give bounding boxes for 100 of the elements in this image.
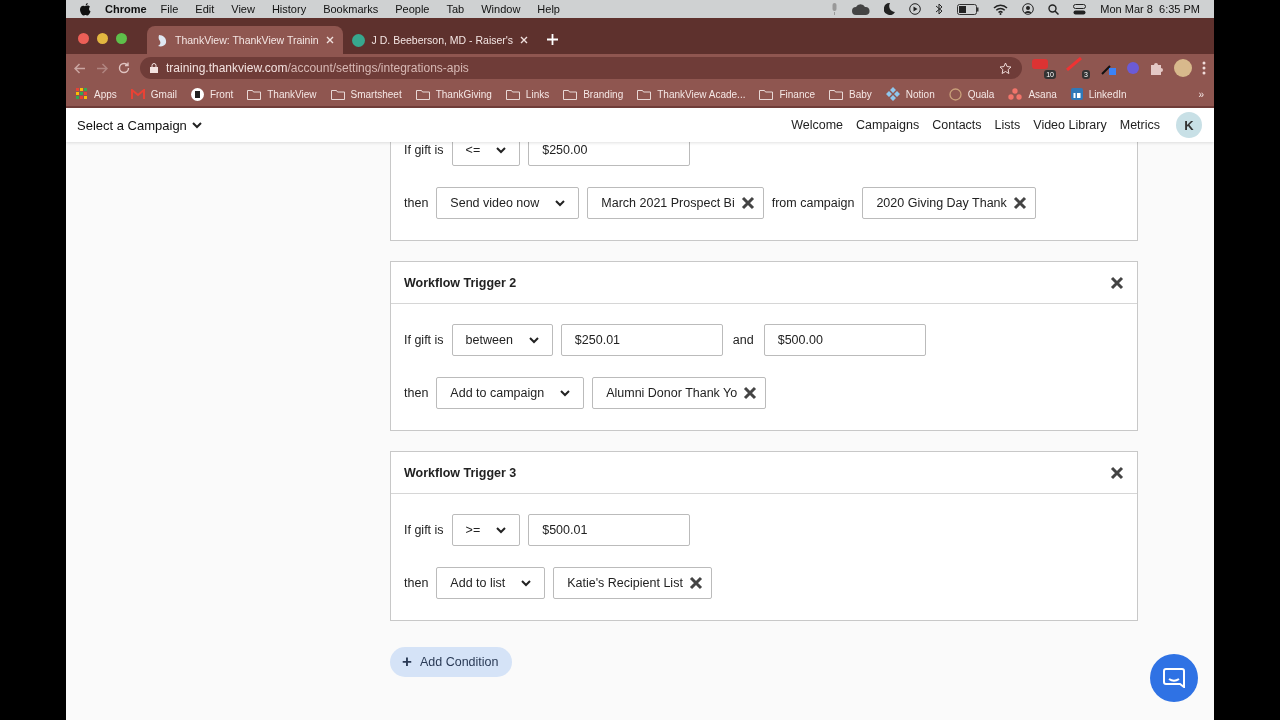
close-tab-icon[interactable]	[520, 36, 529, 44]
menu-item[interactable]: Bookmarks	[323, 3, 379, 15]
target-field[interactable]: Katie's Recipient List	[553, 567, 712, 599]
amount-field[interactable]: $500.00	[763, 324, 926, 356]
campaign-select[interactable]: Select a Campaign	[77, 117, 202, 133]
bookmark[interactable]: Gmail	[130, 88, 177, 100]
action-dropdown[interactable]: Add to list	[436, 567, 546, 599]
action-label: then	[404, 576, 429, 590]
joiner-label: and	[732, 333, 754, 347]
browser-tab[interactable]: J D. Beeberson, MD - Raiser's	[342, 26, 538, 54]
profile-avatar[interactable]	[1174, 59, 1192, 77]
operator-dropdown[interactable]: >=	[451, 514, 521, 546]
bookmark[interactable]: Baby	[829, 88, 872, 100]
caret-icon	[496, 146, 507, 154]
user-avatar[interactable]: K	[1176, 112, 1202, 138]
bookmark[interactable]: Branding	[563, 88, 624, 100]
menu-item[interactable]: Help	[537, 3, 560, 15]
folder-icon	[330, 88, 345, 100]
remove-icon[interactable]	[743, 386, 758, 400]
wifi-icon[interactable]	[993, 3, 1009, 15]
nav-link[interactable]: Lists	[994, 118, 1021, 132]
bookmark[interactable]: ThankGiving	[415, 88, 492, 100]
close-window-button[interactable]	[78, 32, 89, 44]
bookmark[interactable]: ThankView	[247, 88, 317, 100]
puzzle-icon[interactable]	[1150, 61, 1164, 75]
back-icon[interactable]	[74, 62, 86, 74]
new-tab-icon[interactable]	[547, 33, 559, 45]
menu-item[interactable]: Window	[481, 3, 521, 15]
reload-icon[interactable]	[118, 62, 130, 74]
bluetooth-icon[interactable]	[935, 3, 944, 15]
menu-item[interactable]: People	[395, 3, 430, 15]
menu-item[interactable]: Tab	[446, 3, 465, 15]
amount-field[interactable]: $250.00	[528, 142, 691, 166]
bookmark[interactable]: Quala	[948, 87, 995, 101]
chat-button[interactable]	[1150, 654, 1198, 702]
square-icon	[1070, 88, 1083, 100]
zoom-button[interactable]	[116, 32, 127, 44]
more-bookmarks[interactable]: »	[1198, 88, 1204, 100]
lock-icon	[150, 63, 158, 73]
caret-icon	[191, 121, 202, 129]
action-label: then	[404, 196, 429, 210]
star-icon[interactable]	[999, 61, 1012, 75]
operator-dropdown[interactable]: <=	[451, 142, 521, 166]
favicon-icon	[156, 33, 168, 47]
moon-icon[interactable]	[884, 3, 896, 15]
menu-item[interactable]: File	[160, 3, 179, 15]
caret-icon	[496, 526, 507, 534]
remove-icon[interactable]	[1012, 196, 1027, 210]
search-icon[interactable]	[1048, 3, 1060, 15]
bookmark[interactable]: ThankView Acade...	[637, 88, 746, 100]
remove-icon[interactable]	[688, 576, 703, 590]
user-icon[interactable]	[1022, 3, 1035, 15]
action-dropdown[interactable]: Add to campaign	[436, 377, 585, 409]
address-bar[interactable]: training.thankview.com/account/settings/integrations-apis	[140, 57, 1022, 79]
nav-link[interactable]: Contacts	[932, 118, 982, 132]
dots-icon	[1008, 88, 1023, 100]
add-condition-button[interactable]: + Add Condition	[390, 647, 513, 677]
menu-item[interactable]: History	[271, 3, 307, 15]
menubar-clock: Mon Mar 8 6:35 PM	[1100, 3, 1200, 15]
caret-icon	[528, 336, 539, 344]
menu-item[interactable]: Chrome	[105, 3, 147, 15]
close-button[interactable]	[1110, 465, 1124, 480]
bookmark[interactable]: Links	[505, 88, 550, 100]
target-field[interactable]: Alumni Donor Thank Yo	[592, 377, 767, 409]
close-tab-icon[interactable]	[325, 36, 334, 44]
cloud-icon[interactable]	[852, 3, 871, 15]
action-dropdown[interactable]: Send video now	[436, 187, 580, 219]
amount-field[interactable]: $250.01	[560, 324, 723, 356]
toggles-icon[interactable]	[1073, 3, 1087, 15]
bookmark[interactable]: Finance	[759, 88, 815, 100]
nav-link[interactable]: Campaigns	[856, 118, 920, 132]
source-field[interactable]: 2020 Giving Day Thank	[862, 187, 1036, 219]
nav-link[interactable]: Metrics	[1119, 118, 1160, 132]
operator-dropdown[interactable]: between	[451, 324, 553, 356]
minimize-button[interactable]	[97, 32, 108, 44]
bookmark[interactable]: LinkedIn	[1070, 88, 1127, 100]
bookmark[interactable]: Apps	[76, 88, 117, 100]
bookmark[interactable]: Smartsheet	[330, 88, 402, 100]
apple-icon[interactable]	[80, 2, 91, 16]
menu-item[interactable]: Edit	[195, 3, 215, 15]
folder-icon	[563, 88, 578, 100]
bookmark[interactable]: Notion	[885, 87, 935, 101]
nav-link[interactable]: Video Library	[1033, 118, 1107, 132]
browser-tab[interactable]: ThankView: ThankView Trainin	[147, 26, 343, 54]
menu-item[interactable]: View	[231, 3, 255, 15]
bookmark[interactable]: Front	[190, 87, 234, 101]
amount-field[interactable]: $500.01	[528, 514, 691, 546]
bookmark[interactable]: Asana	[1008, 88, 1057, 100]
remove-icon[interactable]	[740, 196, 755, 210]
condition-label: If gift is	[404, 333, 444, 347]
play-icon[interactable]	[909, 3, 922, 15]
caret-icon	[555, 199, 566, 207]
target-field[interactable]: March 2021 Prospect Bi	[587, 187, 764, 219]
panel-title: Workflow Trigger 3	[404, 465, 517, 480]
battery-icon[interactable]	[957, 3, 980, 15]
more-icon[interactable]	[1202, 61, 1206, 75]
condition-label: If gift is	[404, 523, 444, 537]
folder-icon	[637, 88, 652, 100]
nav-link[interactable]: Welcome	[791, 118, 843, 132]
close-button[interactable]	[1110, 275, 1124, 290]
